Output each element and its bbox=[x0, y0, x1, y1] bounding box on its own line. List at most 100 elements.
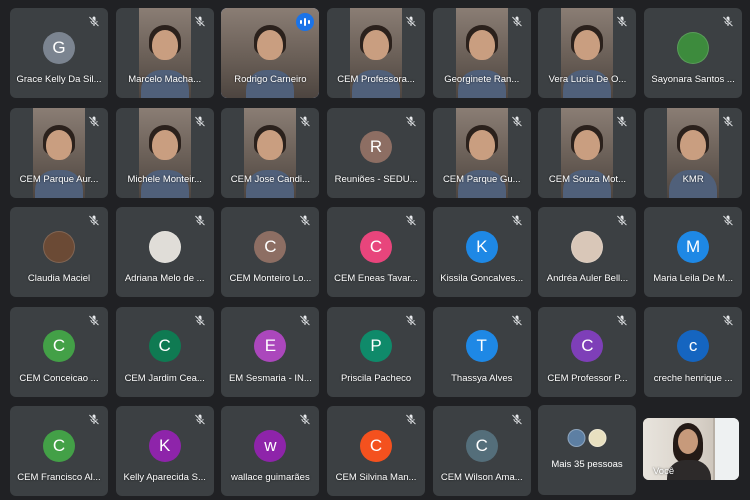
mic-off-icon bbox=[405, 413, 417, 426]
participant-tile[interactable]: Adriana Melo de ... bbox=[115, 207, 214, 297]
video-person-head bbox=[468, 30, 495, 60]
participant-tile[interactable]: w wallace guimarães bbox=[221, 406, 320, 496]
mic-off-icon bbox=[511, 115, 523, 128]
participant-tile[interactable]: K Kelly Aparecida S... bbox=[115, 406, 214, 496]
participant-tile[interactable]: Sayonara Santos ... bbox=[644, 8, 743, 98]
participant-tile[interactable]: CEM Souza Mot... bbox=[538, 107, 637, 198]
participant-tile[interactable]: Andréa Auler Bell... bbox=[538, 207, 637, 297]
participant-tile[interactable]: C CEM Professor P... bbox=[538, 306, 637, 397]
participant-tile[interactable]: Marcelo Macha... bbox=[115, 8, 214, 98]
mic-off-icon bbox=[511, 15, 523, 28]
participant-name: Marcelo Macha... bbox=[128, 74, 202, 85]
participant-name: Claudia Maciel bbox=[27, 273, 91, 284]
participant-tile[interactable]: C CEM Conceicao ... bbox=[10, 306, 108, 397]
mic-off-icon bbox=[194, 413, 206, 426]
participant-tile[interactable]: C CEM Wilson Ama... bbox=[432, 406, 531, 496]
participant-name: CEM Parque Gu... bbox=[442, 173, 521, 185]
mic-off-icon bbox=[405, 15, 417, 28]
participant-name: Vera Lucia De O... bbox=[548, 74, 627, 85]
participant-avatar: C bbox=[254, 230, 287, 263]
participant-tile[interactable]: P Priscila Pacheco bbox=[327, 306, 426, 397]
mic-off-icon bbox=[88, 413, 100, 426]
participant-tile[interactable]: T Thassya Alves bbox=[432, 306, 531, 397]
mic-off-icon bbox=[299, 314, 311, 327]
participant-tile[interactable]: C CEM Eneas Tavar... bbox=[327, 207, 426, 297]
participant-avatar: w bbox=[254, 429, 287, 462]
mic-off-icon bbox=[722, 115, 734, 128]
mic-off-icon bbox=[405, 214, 417, 227]
participant-name: CEM Conceicao ... bbox=[19, 372, 99, 384]
participant-tile[interactable]: K Kissila Goncalves... bbox=[432, 207, 531, 297]
participant-name: Maria Leila De M... bbox=[653, 273, 733, 284]
participant-tile[interactable]: Vera Lucia De O... bbox=[538, 8, 637, 98]
video-person-head bbox=[363, 30, 390, 60]
participant-name: Grace Kelly Da Sil... bbox=[16, 74, 102, 85]
participant-avatar bbox=[43, 230, 75, 263]
participant-name: EM Sesmaria - IN... bbox=[228, 372, 312, 384]
video-person-head bbox=[574, 30, 601, 60]
participant-tile[interactable]: G Grace Kelly Da Sil... bbox=[10, 8, 108, 98]
participant-tile[interactable]: KMR bbox=[644, 107, 743, 198]
mic-off-icon bbox=[511, 314, 523, 327]
participant-tile[interactable]: C CEM Monteiro Lo... bbox=[221, 207, 320, 297]
participant-name: CEM Professora... bbox=[337, 74, 415, 85]
mic-off-icon bbox=[299, 214, 311, 227]
mic-off-icon bbox=[511, 214, 523, 227]
participant-name: Kissila Goncalves... bbox=[440, 273, 524, 284]
mic-off-icon bbox=[616, 314, 628, 327]
mic-off-icon bbox=[616, 115, 628, 128]
participant-tile[interactable]: C CEM Jardim Cea... bbox=[115, 306, 214, 397]
participant-tile[interactable]: CEM Jose Candi... bbox=[221, 107, 320, 198]
participant-tile[interactable]: Michele Monteir... bbox=[115, 107, 214, 198]
participant-name: CEM Jardim Cea... bbox=[124, 372, 205, 384]
participant-tile[interactable]: Georginete Ran... bbox=[432, 8, 531, 98]
self-view-tile[interactable]: Você bbox=[643, 418, 739, 480]
video-person-head bbox=[46, 129, 72, 160]
participant-tile[interactable]: Rodrigo Carneiro bbox=[221, 8, 320, 98]
participant-tile[interactable]: C CEM Silvina Man... bbox=[327, 406, 426, 496]
self-view-name: Você bbox=[653, 466, 675, 477]
mic-off-icon bbox=[616, 214, 628, 227]
participant-name: CEM Eneas Tavar... bbox=[334, 273, 418, 284]
participant-name: Priscila Pacheco bbox=[340, 372, 412, 384]
more-participants-avatars bbox=[567, 429, 607, 447]
video-person-head bbox=[574, 129, 601, 160]
participant-tile[interactable]: R Reuniões - SEDU... bbox=[327, 107, 426, 198]
participant-avatar: C bbox=[360, 230, 393, 263]
mic-off-icon bbox=[88, 214, 100, 227]
participant-name: Kelly Aparecida S... bbox=[123, 472, 206, 483]
mic-off-icon bbox=[88, 15, 100, 28]
video-person-head bbox=[257, 129, 284, 160]
participant-name: Rodrigo Carneiro bbox=[234, 74, 307, 85]
mic-off-icon bbox=[88, 314, 100, 327]
participant-name: creche henrique ... bbox=[653, 372, 733, 384]
participant-name: CEM Monteiro Lo... bbox=[229, 273, 312, 284]
mic-off-icon bbox=[194, 214, 206, 227]
mic-off-icon bbox=[194, 115, 206, 128]
participant-avatar bbox=[677, 31, 710, 64]
participant-avatar bbox=[148, 230, 181, 263]
mic-off-icon bbox=[299, 115, 311, 128]
participant-avatar: C bbox=[43, 330, 75, 363]
self-video-face bbox=[678, 429, 698, 454]
participant-tile[interactable]: Claudia Maciel bbox=[10, 207, 108, 297]
avatar bbox=[567, 429, 586, 447]
participant-avatar: C bbox=[571, 330, 604, 363]
participant-name: CEM Souza Mot... bbox=[548, 173, 626, 185]
participant-tile[interactable]: c creche henrique ... bbox=[644, 306, 743, 397]
participant-avatar: C bbox=[148, 330, 181, 363]
mic-off-icon bbox=[511, 413, 523, 426]
mic-off-icon bbox=[405, 314, 417, 327]
participant-tile[interactable]: CEM Parque Aur... bbox=[10, 107, 108, 198]
participant-name: Thassya Alves bbox=[451, 372, 513, 384]
participant-name: wallace guimarães bbox=[231, 472, 310, 483]
mic-off-icon bbox=[88, 115, 100, 128]
participant-avatar: T bbox=[465, 330, 498, 363]
participant-tile[interactable]: E EM Sesmaria - IN... bbox=[221, 306, 320, 397]
participant-name: CEM Wilson Ama... bbox=[440, 472, 523, 483]
participant-tile[interactable]: CEM Parque Gu... bbox=[432, 107, 531, 198]
more-participants-tile[interactable]: Mais 35 pessoas bbox=[538, 405, 636, 495]
participant-tile[interactable]: C CEM Francisco Al... bbox=[10, 406, 108, 496]
participant-tile[interactable]: CEM Professora... bbox=[327, 8, 426, 98]
participant-tile[interactable]: M Maria Leila De M... bbox=[644, 207, 743, 297]
